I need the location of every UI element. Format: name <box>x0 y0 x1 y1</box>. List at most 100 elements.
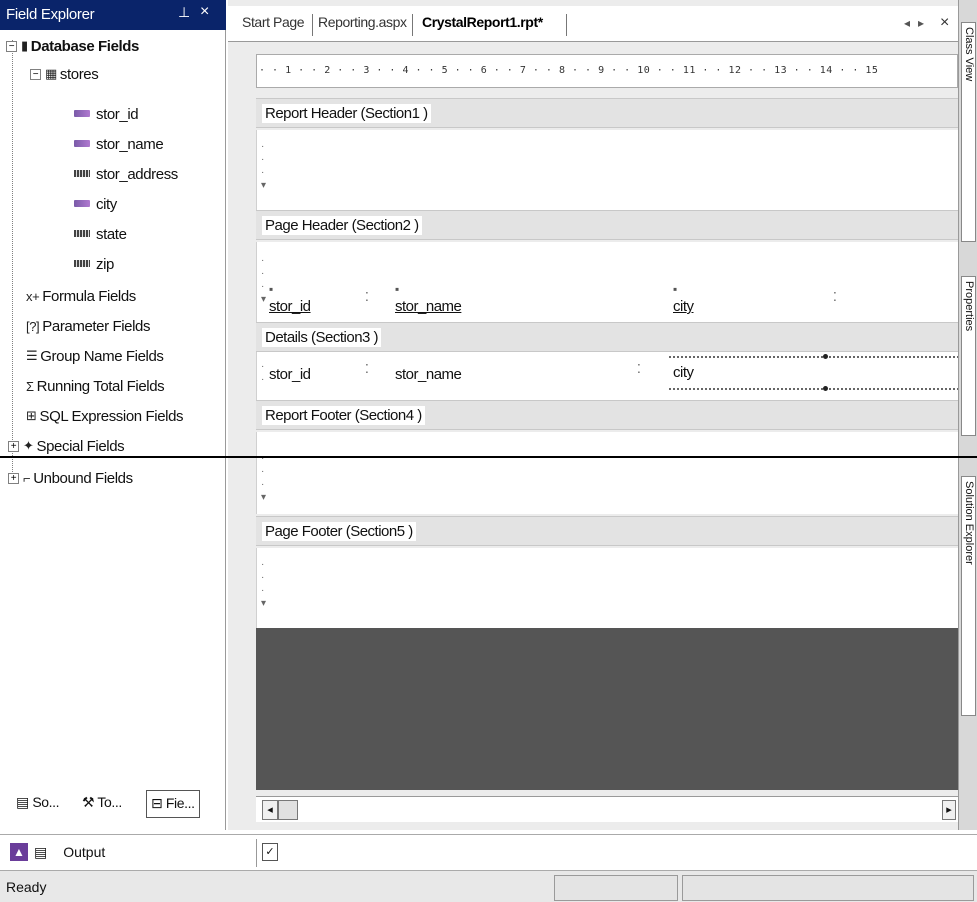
tree-node-field-city[interactable]: city <box>74 192 117 216</box>
scroll-left-icon[interactable]: ◂ <box>262 800 278 820</box>
tree-label-database-fields: Database Fields <box>30 37 140 55</box>
section-body-details[interactable]: · · stor_id ⁚ stor_name ⁚ city <box>256 352 959 400</box>
close-document-icon[interactable]: × <box>940 14 949 32</box>
string-field-icon <box>74 229 92 239</box>
toolbox-icon: ⚒ <box>82 794 95 810</box>
detail-field-city[interactable]: city <box>673 364 694 381</box>
section-ruler: · · · ▾ <box>261 453 267 503</box>
group-icon: ☰ <box>26 348 38 363</box>
field-explorer-title-text: Field Explorer <box>6 6 95 23</box>
expand-icon[interactable]: + <box>8 440 19 452</box>
resize-handle[interactable] <box>823 354 828 359</box>
section-band-page-footer[interactable]: Page Footer (Section5 ) <box>256 516 958 546</box>
tree-label-sql-expression-fields: SQL Expression Fields <box>39 407 184 425</box>
tree-node-group-name-fields[interactable]: ☰ Group Name Fields <box>26 344 164 368</box>
tab-scroll-left-icon[interactable]: ◂ <box>904 16 910 30</box>
tab-properties[interactable]: Properties <box>961 276 976 436</box>
tree-label-stores: stores <box>59 65 99 83</box>
horizontal-scrollbar[interactable]: ◂ ▸ <box>256 796 958 822</box>
section-body-page-header[interactable]: · · · ▾ ▪ stor_id ⁚ ▪ stor_name ▪ city ⁚ <box>256 242 958 324</box>
section-body-report-footer[interactable]: · · · ▾ <box>256 432 958 514</box>
tab-class-view[interactable]: Class View <box>961 22 976 242</box>
tab-toolbox[interactable]: ⚒ To... <box>78 790 126 818</box>
status-pane <box>682 875 974 901</box>
horizontal-divider <box>0 456 977 458</box>
special-fields-icon: ✦ <box>23 438 34 453</box>
section-band-report-footer[interactable]: Report Footer (Section4 ) <box>256 400 958 430</box>
section-band-page-header[interactable]: Page Header (Section2 ) <box>256 210 958 240</box>
status-pane <box>554 875 678 901</box>
sql-icon: ⊞ <box>26 408 37 423</box>
page-header-field-city[interactable]: city <box>673 298 694 315</box>
field-handle: ⁚ <box>365 290 369 304</box>
table-icon: ▦ <box>45 66 57 81</box>
tree-node-unbound-fields[interactable]: + ⌐ Unbound Fields <box>8 466 133 490</box>
tree-node-stores[interactable]: − ▦ stores <box>30 62 99 86</box>
tree-node-special-fields[interactable]: + ✦ Special Fields <box>8 434 125 458</box>
tree-node-field-stor-name[interactable]: stor_name <box>74 132 164 156</box>
tab-scroll-right-icon[interactable]: ▸ <box>918 16 924 30</box>
detail-field-stor-name[interactable]: stor_name <box>395 366 462 383</box>
pin-icon[interactable]: ⊥ <box>178 4 190 21</box>
section-band-report-header[interactable]: Report Header (Section1 ) <box>256 98 958 128</box>
tree-node-running-total-fields[interactable]: Σ Running Total Fields <box>26 374 165 398</box>
document-tab-strip: Start Page Reporting.aspx CrystalReport1… <box>228 6 958 42</box>
tree-node-field-state[interactable]: state <box>74 222 127 246</box>
collapse-icon[interactable]: − <box>6 40 17 52</box>
string-field-icon <box>74 259 92 269</box>
section-body-page-footer[interactable]: · · · ▾ <box>256 548 958 628</box>
section-band-details[interactable]: Details (Section3 ) <box>256 322 958 352</box>
page-header-field-stor-name[interactable]: stor_name <box>395 298 462 315</box>
tree-node-sql-expression-fields[interactable]: ⊞ SQL Expression Fields <box>26 404 184 428</box>
tree-node-database-fields[interactable]: − ▮ Database Fields <box>6 34 139 58</box>
tab-field-explorer[interactable]: ⊟ Fie... <box>146 790 200 818</box>
formula-icon: x+ <box>26 288 40 304</box>
tab-server-explorer[interactable]: ▤ So... <box>12 790 63 818</box>
tab-label: Fie... <box>165 795 195 811</box>
section-body-report-header[interactable]: · · · ▾ <box>256 130 958 210</box>
tree-guide-line <box>12 40 13 480</box>
expand-icon[interactable]: + <box>8 472 19 484</box>
tree-node-field-stor-id[interactable]: stor_id <box>74 102 139 126</box>
database-icon: ▮ <box>21 38 28 53</box>
tree-node-field-stor-address[interactable]: stor_address <box>74 162 178 186</box>
section-label: Report Footer (Section4 ) <box>262 406 425 425</box>
field-handle: ⁚ <box>365 362 369 376</box>
field-explorer-bottom-tabs: ▤ So... ⚒ To... ⊟ Fie... <box>6 784 220 824</box>
field-handle: ▪ <box>269 282 274 296</box>
field-explorer-title: Field Explorer ⊥ × <box>0 0 226 30</box>
tree-node-parameter-fields[interactable]: [?] Parameter Fields <box>26 314 150 338</box>
task-list-icon[interactable]: ✓ <box>262 843 278 861</box>
unbound-fields-icon: ⌐ <box>23 470 31 486</box>
parameter-icon: [?] <box>26 318 40 334</box>
selection-border-top <box>669 356 959 358</box>
field-explorer-icon: ⊟ <box>151 795 163 811</box>
section-label: Page Footer (Section5 ) <box>262 522 416 541</box>
status-bar: Ready <box>0 870 977 902</box>
scroll-right-icon[interactable]: ▸ <box>942 800 956 820</box>
report-canvas-empty-area <box>256 628 958 790</box>
tree-label-field: zip <box>96 255 114 273</box>
tab-start-page[interactable]: Start Page <box>242 14 305 30</box>
tab-crystal-report[interactable]: CrystalReport1.rpt* <box>422 14 543 30</box>
tree-node-formula-fields[interactable]: x+ Formula Fields <box>26 284 136 308</box>
scroll-thumb[interactable] <box>278 800 298 820</box>
tab-output[interactable]: ▲ ▤ Output <box>10 843 105 861</box>
tree-label-field: stor_id <box>96 105 139 123</box>
section-label: Details (Section3 ) <box>262 328 382 347</box>
running-total-icon: Σ <box>26 378 34 394</box>
tree-label-field: city <box>96 195 117 213</box>
resize-handle[interactable] <box>823 386 828 391</box>
collapse-icon[interactable]: − <box>30 68 41 80</box>
selection-border-bottom <box>669 388 959 390</box>
page-header-field-stor-id[interactable]: stor_id <box>269 298 311 315</box>
tab-reporting-aspx[interactable]: Reporting.aspx <box>318 14 407 30</box>
field-handle: ▪ <box>395 282 400 296</box>
tab-solution-explorer[interactable]: Solution Explorer <box>961 476 976 716</box>
tab-divider <box>566 14 567 36</box>
tab-label: So... <box>32 794 60 810</box>
tree-node-field-zip[interactable]: zip <box>74 252 114 276</box>
close-icon[interactable]: × <box>200 3 209 21</box>
detail-field-stor-id[interactable]: stor_id <box>269 366 311 383</box>
output-window-icon: ▤ <box>34 843 48 860</box>
